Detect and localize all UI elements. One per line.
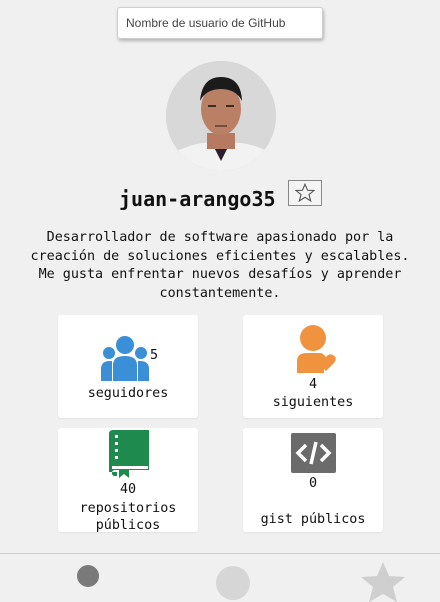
- gists-count: 0: [308, 476, 318, 491]
- book-icon: [109, 430, 149, 478]
- bio-text: Desarrollador de software apasionado por…: [30, 230, 410, 301]
- star-icon[interactable]: [361, 562, 405, 602]
- followers-count: 5: [150, 348, 159, 363]
- repos-label: repositorios públicos: [79, 501, 177, 533]
- search-input[interactable]: [117, 7, 323, 39]
- star-button[interactable]: [288, 180, 322, 206]
- circle-icon[interactable]: [77, 565, 99, 587]
- star-icon: [294, 182, 316, 203]
- username: juan-arango35: [119, 187, 276, 211]
- following-count: 4: [308, 377, 318, 392]
- code-icon: [291, 433, 336, 473]
- repos-card[interactable]: 40 repositorios públicos: [58, 428, 198, 533]
- followers-card[interactable]: 5 seguidores: [58, 315, 198, 418]
- bottom-nav: [0, 553, 440, 602]
- gists-label: gist públicos: [260, 512, 366, 527]
- following-card[interactable]: 4 siguientes: [243, 315, 383, 418]
- followers-label: seguidores: [87, 386, 169, 401]
- users-icon: [101, 336, 149, 381]
- following-label: siguientes: [272, 395, 354, 410]
- gists-card[interactable]: 0 gist públicos: [243, 428, 383, 532]
- repos-count: 40: [119, 482, 137, 497]
- user-heart-icon: [297, 325, 336, 373]
- avatar: [166, 61, 276, 171]
- circle-icon[interactable]: [216, 566, 250, 600]
